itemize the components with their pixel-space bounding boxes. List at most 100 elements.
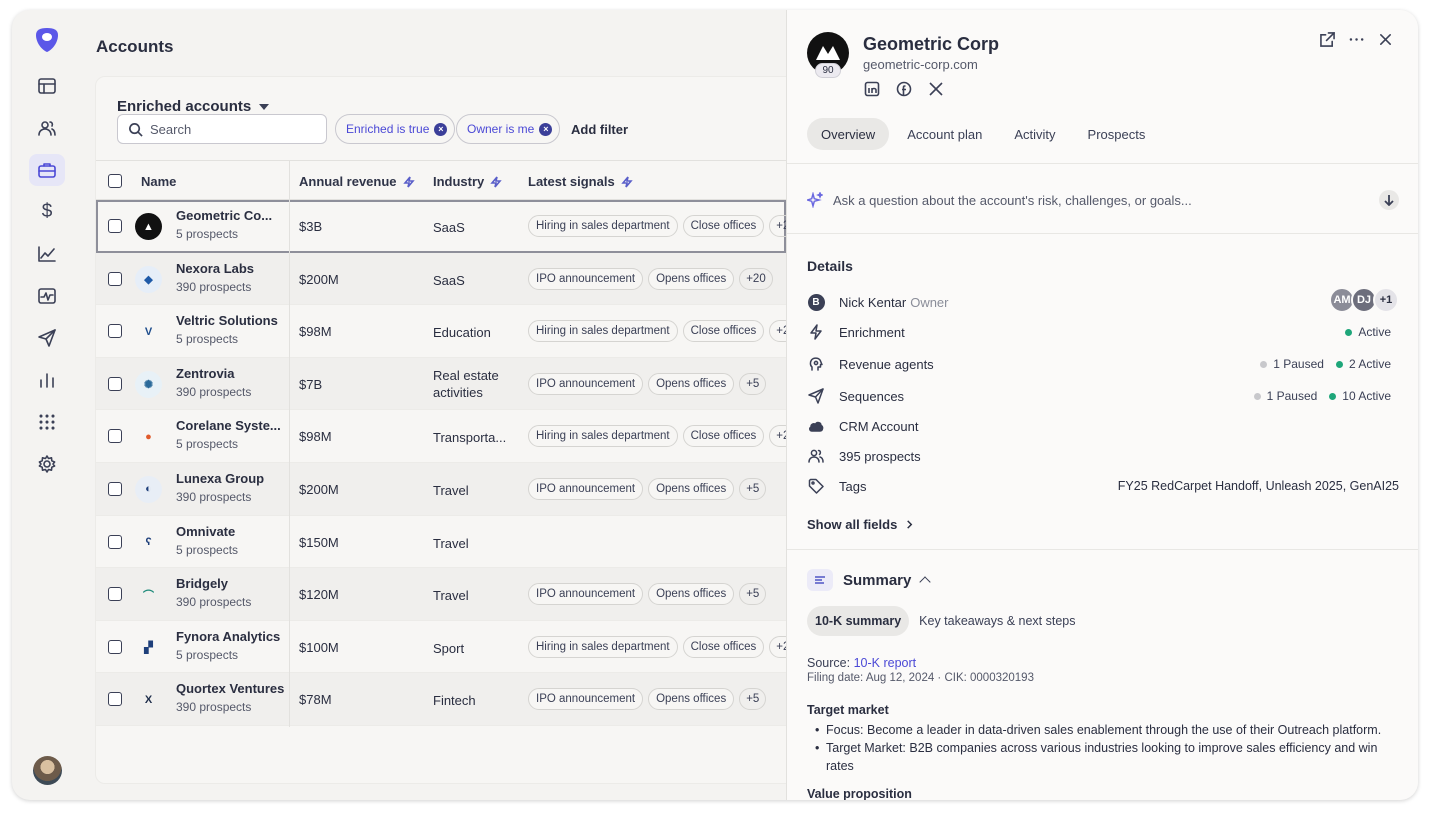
column-signals[interactable]: Latest signals — [528, 174, 633, 189]
row-checkbox[interactable] — [108, 324, 122, 339]
tab-account-plan[interactable]: Account plan — [893, 118, 996, 150]
close-icon[interactable]: × — [539, 122, 553, 136]
signal-chip[interactable]: IPO announcement — [528, 372, 644, 395]
company-name[interactable]: Fynora Analytics — [176, 629, 280, 644]
table-row[interactable]: ✺ Zentrovia 390 prospects $7B Real estat… — [96, 357, 786, 411]
column-industry[interactable]: Industry — [433, 174, 503, 189]
more-signals-chip[interactable]: +5 — [739, 688, 767, 711]
search-field[interactable] — [117, 114, 327, 144]
close-icon[interactable] — [1378, 32, 1393, 47]
more-signals-chip[interactable]: +20 — [739, 267, 773, 290]
signal-chip[interactable]: Hiring in sales department — [528, 635, 678, 658]
signal-chip[interactable]: Opens offices — [648, 688, 735, 711]
signal-chip[interactable]: Opens offices — [648, 372, 735, 395]
column-name[interactable]: Name — [141, 174, 176, 189]
signal-chip[interactable]: Hiring in sales department — [528, 320, 678, 343]
tab-prospects[interactable]: Prospects — [1074, 118, 1160, 150]
nav-accounts[interactable] — [29, 154, 65, 186]
nav-reports[interactable] — [29, 364, 65, 396]
signal-chip[interactable]: IPO announcement — [528, 583, 644, 606]
filter-chip-enriched[interactable]: Enriched is true × — [335, 114, 456, 144]
row-checkbox[interactable] — [108, 376, 122, 391]
table-row[interactable]: ◆ Nexora Labs 390 prospects $200M SaaS I… — [96, 252, 786, 306]
ask-ai-input[interactable]: Ask a question about the account's risk,… — [807, 189, 1399, 211]
row-checkbox[interactable] — [108, 429, 122, 444]
table-row[interactable]: ▞ Fynora Analytics 5 prospects $100M Spo… — [96, 620, 797, 674]
table-row[interactable]: ʕ Omnivate 5 prospects $150M Travel — [96, 515, 786, 569]
select-all-checkbox[interactable] — [108, 174, 122, 188]
source-link[interactable]: 10-K report — [854, 656, 917, 670]
search-input[interactable] — [150, 121, 310, 137]
signal-chip[interactable]: Opens offices — [648, 583, 735, 606]
company-name[interactable]: Geometric Co... — [176, 208, 272, 223]
company-name[interactable]: Omnivate — [176, 524, 235, 539]
company-name[interactable]: Quortex Ventures — [176, 681, 284, 696]
signal-chip[interactable]: Opens offices — [648, 267, 735, 290]
signal-chip[interactable]: Close offices — [682, 635, 765, 658]
signal-chip[interactable]: Opens offices — [648, 477, 735, 500]
table-row[interactable]: ▲ Geometric Co... 5 prospects $3B SaaS H… — [96, 200, 797, 253]
close-icon[interactable]: × — [434, 122, 448, 136]
company-name[interactable]: Lunexa Group — [176, 471, 264, 486]
row-checkbox[interactable] — [108, 692, 122, 707]
company-name[interactable]: Zentrovia — [176, 366, 235, 381]
company-name[interactable]: Bridgely — [176, 576, 228, 591]
company-name[interactable]: Corelane Syste... — [176, 418, 281, 433]
facebook-icon[interactable] — [896, 81, 912, 97]
tab-activity[interactable]: Activity — [1000, 118, 1069, 150]
signal-chip[interactable]: IPO announcement — [528, 477, 644, 500]
x-twitter-icon[interactable] — [928, 81, 944, 97]
nav-sequences[interactable] — [29, 322, 65, 354]
team-avatars[interactable]: AM DJ +1 — [1329, 287, 1399, 313]
ask-submit-button[interactable] — [1379, 190, 1399, 210]
table-row[interactable]: ◐ Lunexa Group 390 prospects $200M Trave… — [96, 462, 786, 516]
tab-10k-summary[interactable]: 10-K summary — [807, 606, 910, 636]
open-external-icon[interactable] — [1320, 32, 1335, 47]
nav-home[interactable] — [29, 70, 65, 102]
more-icon[interactable] — [1349, 32, 1364, 47]
row-checkbox[interactable] — [108, 219, 122, 233]
table-row[interactable]: X Quortex Ventures 390 prospects $78M Fi… — [96, 673, 786, 726]
tags-value[interactable]: FY25 RedCarpet Handoff, Unleash 2025, Ge… — [1118, 479, 1399, 493]
row-checkbox[interactable] — [108, 534, 122, 549]
nav-apps[interactable] — [29, 406, 65, 438]
column-revenue[interactable]: Annual revenue — [299, 174, 415, 189]
company-domain[interactable]: geometric-corp.com — [863, 57, 978, 72]
summary-header[interactable]: Summary — [807, 569, 932, 591]
tab-overview[interactable]: Overview — [807, 118, 890, 150]
more-signals-chip[interactable]: +5 — [739, 477, 767, 500]
row-checkbox[interactable] — [108, 271, 122, 286]
filter-chip-owner[interactable]: Owner is me × — [456, 114, 561, 144]
row-checkbox[interactable] — [108, 481, 122, 496]
table-row[interactable]: ● Corelane Syste... 5 prospects $98M Tra… — [96, 410, 797, 463]
linkedin-icon[interactable] — [864, 81, 880, 97]
view-selector[interactable]: Enriched accounts — [117, 98, 270, 115]
tab-key-takeaways[interactable]: Key takeaways & next steps — [911, 606, 1083, 636]
owner-name[interactable]: Nick Kentar — [839, 295, 906, 310]
nav-activity[interactable] — [29, 280, 65, 312]
table-row[interactable]: V Veltric Solutions 5 prospects $98M Edu… — [96, 305, 797, 358]
signal-chip[interactable]: IPO announcement — [528, 267, 644, 290]
signal-chip[interactable]: Hiring in sales department — [528, 215, 678, 237]
signal-chip[interactable]: IPO announcement — [528, 688, 644, 711]
company-name[interactable]: Nexora Labs — [176, 261, 254, 276]
user-avatar[interactable] — [33, 756, 62, 785]
nav-people[interactable] — [29, 112, 65, 144]
signal-chip[interactable]: Close offices — [682, 320, 765, 343]
signal-chip[interactable]: Close offices — [682, 215, 765, 237]
nav-deals[interactable]: $ — [29, 196, 65, 228]
prospects-label[interactable]: 395 prospects — [839, 449, 921, 464]
company-name[interactable]: Veltric Solutions — [176, 313, 278, 328]
show-all-fields-button[interactable]: Show all fields — [807, 517, 914, 532]
nav-forecast[interactable] — [29, 238, 65, 270]
table-row[interactable]: ⌒ Bridgely 390 prospects $120M Travel IP… — [96, 568, 786, 621]
signal-chip[interactable]: Hiring in sales department — [528, 425, 678, 448]
more-signals-chip[interactable]: +5 — [739, 372, 767, 395]
row-checkbox[interactable] — [108, 587, 122, 602]
more-signals-chip[interactable]: +5 — [739, 583, 767, 606]
row-checkbox[interactable] — [108, 639, 122, 654]
app-logo[interactable] — [33, 26, 61, 54]
add-filter-button[interactable]: Add filter — [571, 122, 628, 137]
signal-chip[interactable]: Close offices — [682, 425, 765, 448]
crm-label[interactable]: CRM Account — [839, 419, 918, 434]
